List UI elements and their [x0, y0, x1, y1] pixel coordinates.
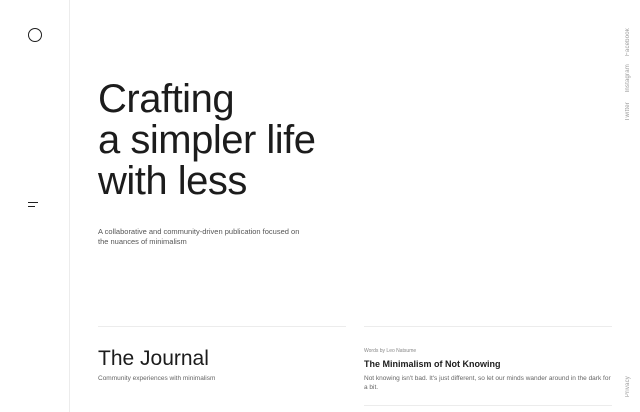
facebook-link[interactable]: Facebook — [625, 28, 631, 56]
hero-subtitle: A collaborative and community-driven pub… — [98, 227, 300, 246]
right-rail: Facebook Instagram Twitter Privacy — [614, 0, 640, 412]
menu-line-top — [28, 202, 38, 203]
hero-title: Crafting a simpler life with less — [98, 79, 398, 202]
twitter-link[interactable]: Twitter — [625, 102, 631, 121]
divider-bottom — [364, 405, 612, 406]
circle-logo-icon[interactable] — [28, 28, 42, 42]
menu-line-bottom — [28, 206, 35, 207]
instagram-link[interactable]: Instagram — [625, 64, 631, 92]
divider-right — [364, 326, 612, 327]
hero-title-line-2: a simpler life — [98, 118, 316, 162]
post-excerpt: Not knowing isn't bad. It's just differe… — [364, 375, 611, 391]
privacy-link[interactable]: Privacy — [625, 376, 631, 397]
divider-left — [98, 326, 346, 327]
left-rail — [0, 0, 70, 412]
hamburger-menu-icon[interactable] — [28, 202, 38, 208]
hero-title-line-1: Crafting — [98, 77, 235, 121]
journal-subtitle: Community experiences with minimalism — [98, 375, 216, 382]
post-title-link[interactable]: The Minimalism of Not Knowing — [364, 359, 501, 369]
post-author-meta: Words by Leo Natsume — [364, 348, 417, 354]
journal-title: The Journal — [98, 347, 209, 370]
hero-title-line-3: with less — [98, 159, 247, 203]
